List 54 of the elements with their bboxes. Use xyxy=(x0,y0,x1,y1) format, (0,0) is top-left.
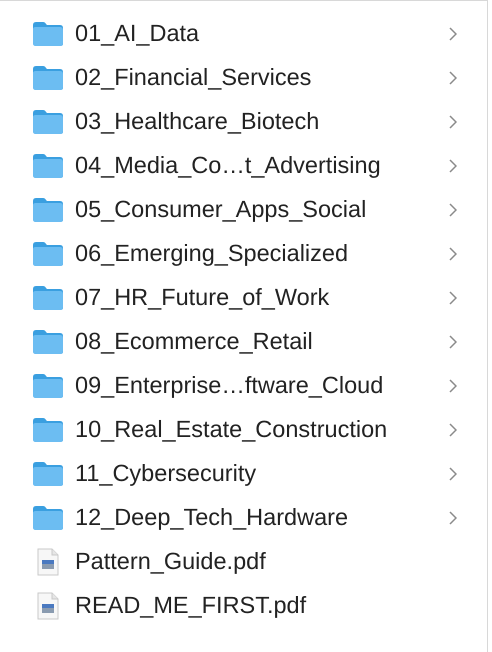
folder-row[interactable]: 10_Real_Estate_Construction xyxy=(0,408,487,452)
file-name: 04_Media_Co…t_Advertising xyxy=(75,151,382,180)
chevron-right-icon xyxy=(449,203,457,217)
file-name: 12_Deep_Tech_Hardware xyxy=(75,503,350,532)
folder-icon xyxy=(32,241,64,267)
file-row[interactable]: READ_ME_FIRST.pdf xyxy=(0,584,487,628)
file-name: 05_Consumer_Apps_Social xyxy=(75,195,368,224)
file-name: Pattern_Guide.pdf xyxy=(75,547,267,576)
folder-row[interactable]: 02_Financial_Services xyxy=(0,56,487,100)
file-name: 06_Emerging_Specialized xyxy=(75,239,350,268)
file-row[interactable]: Pattern_Guide.pdf xyxy=(0,540,487,584)
folder-icon xyxy=(32,285,64,311)
folder-icon xyxy=(32,109,64,135)
chevron-right-icon xyxy=(449,467,457,481)
folder-icon xyxy=(32,329,64,355)
file-name: 09_Enterprise…ftware_Cloud xyxy=(75,371,384,400)
file-name: 02_Financial_Services xyxy=(75,63,312,92)
folder-row[interactable]: 01_AI_Data xyxy=(0,12,487,56)
chevron-right-icon xyxy=(449,335,457,349)
chevron-right-icon xyxy=(449,379,457,393)
folder-row[interactable]: 12_Deep_Tech_Hardware xyxy=(0,496,487,540)
file-name: 08_Ecommerce_Retail xyxy=(75,327,314,356)
folder-icon xyxy=(32,461,64,487)
file-name: 03_Healthcare_Biotech xyxy=(75,107,320,136)
chevron-right-icon xyxy=(449,159,457,173)
chevron-right-icon xyxy=(449,247,457,261)
folder-row[interactable]: 06_Emerging_Specialized xyxy=(0,232,487,276)
file-name: 01_AI_Data xyxy=(75,19,200,48)
folder-row[interactable]: 11_Cybersecurity xyxy=(0,452,487,496)
folder-row[interactable]: 09_Enterprise…ftware_Cloud xyxy=(0,364,487,408)
chevron-right-icon xyxy=(449,423,457,437)
folder-row[interactable]: 05_Consumer_Apps_Social xyxy=(0,188,487,232)
folder-row[interactable]: 04_Media_Co…t_Advertising xyxy=(0,144,487,188)
chevron-right-icon xyxy=(449,71,457,85)
folder-icon xyxy=(32,153,64,179)
chevron-right-icon xyxy=(449,27,457,41)
folder-icon xyxy=(32,65,64,91)
folder-icon xyxy=(32,417,64,443)
document-icon xyxy=(37,548,59,576)
folder-icon xyxy=(32,373,64,399)
chevron-right-icon xyxy=(449,511,457,525)
chevron-right-icon xyxy=(449,115,457,129)
folder-icon xyxy=(32,21,64,47)
file-name: 11_Cybersecurity xyxy=(75,459,258,488)
folder-row[interactable]: 07_HR_Future_of_Work xyxy=(0,276,487,320)
file-name: 07_HR_Future_of_Work xyxy=(75,283,330,312)
folder-icon xyxy=(32,505,64,531)
folder-row[interactable]: 03_Healthcare_Biotech xyxy=(0,100,487,144)
folder-icon xyxy=(32,197,64,223)
folder-row[interactable]: 08_Ecommerce_Retail xyxy=(0,320,487,364)
document-icon xyxy=(37,592,59,620)
file-name: READ_ME_FIRST.pdf xyxy=(75,591,308,620)
file-name: 10_Real_Estate_Construction xyxy=(75,415,388,444)
chevron-right-icon xyxy=(449,291,457,305)
